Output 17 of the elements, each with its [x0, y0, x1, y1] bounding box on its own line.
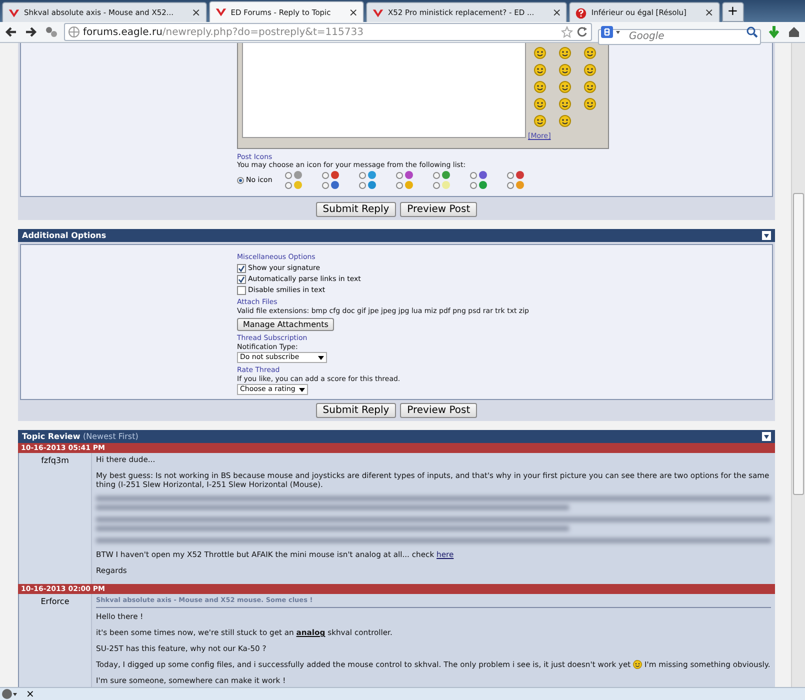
close-addon-bar-button[interactable]: ×	[26, 688, 34, 700]
close-tab-button[interactable]: ×	[552, 6, 562, 19]
section-header-title: Topic Review (Newest First)	[22, 432, 138, 441]
submit-reply-button[interactable]: Submit Reply	[316, 202, 396, 217]
submit-reply-button[interactable]: Submit Reply	[316, 403, 396, 418]
post-author: Erforce	[18, 594, 91, 687]
close-tab-button[interactable]: ×	[192, 6, 201, 19]
manage-attachments-button[interactable]: Manage Attachments	[237, 318, 334, 331]
preview-post-button[interactable]: Preview Post	[400, 202, 478, 217]
preview-post-button[interactable]: Preview Post	[400, 403, 478, 418]
close-tab-button[interactable]: ×	[704, 6, 714, 19]
close-tab-button[interactable]: ×	[348, 6, 358, 18]
section-header-title: Additional Options	[22, 231, 106, 240]
search-field[interactable]: Google	[598, 28, 761, 44]
post-author: fzfq3m	[18, 453, 91, 584]
new-tab-button[interactable]: +	[722, 2, 744, 22]
address-bar[interactable]: forums.eagle.ru/newreply.php?do=postreply&t=115733	[64, 23, 592, 41]
